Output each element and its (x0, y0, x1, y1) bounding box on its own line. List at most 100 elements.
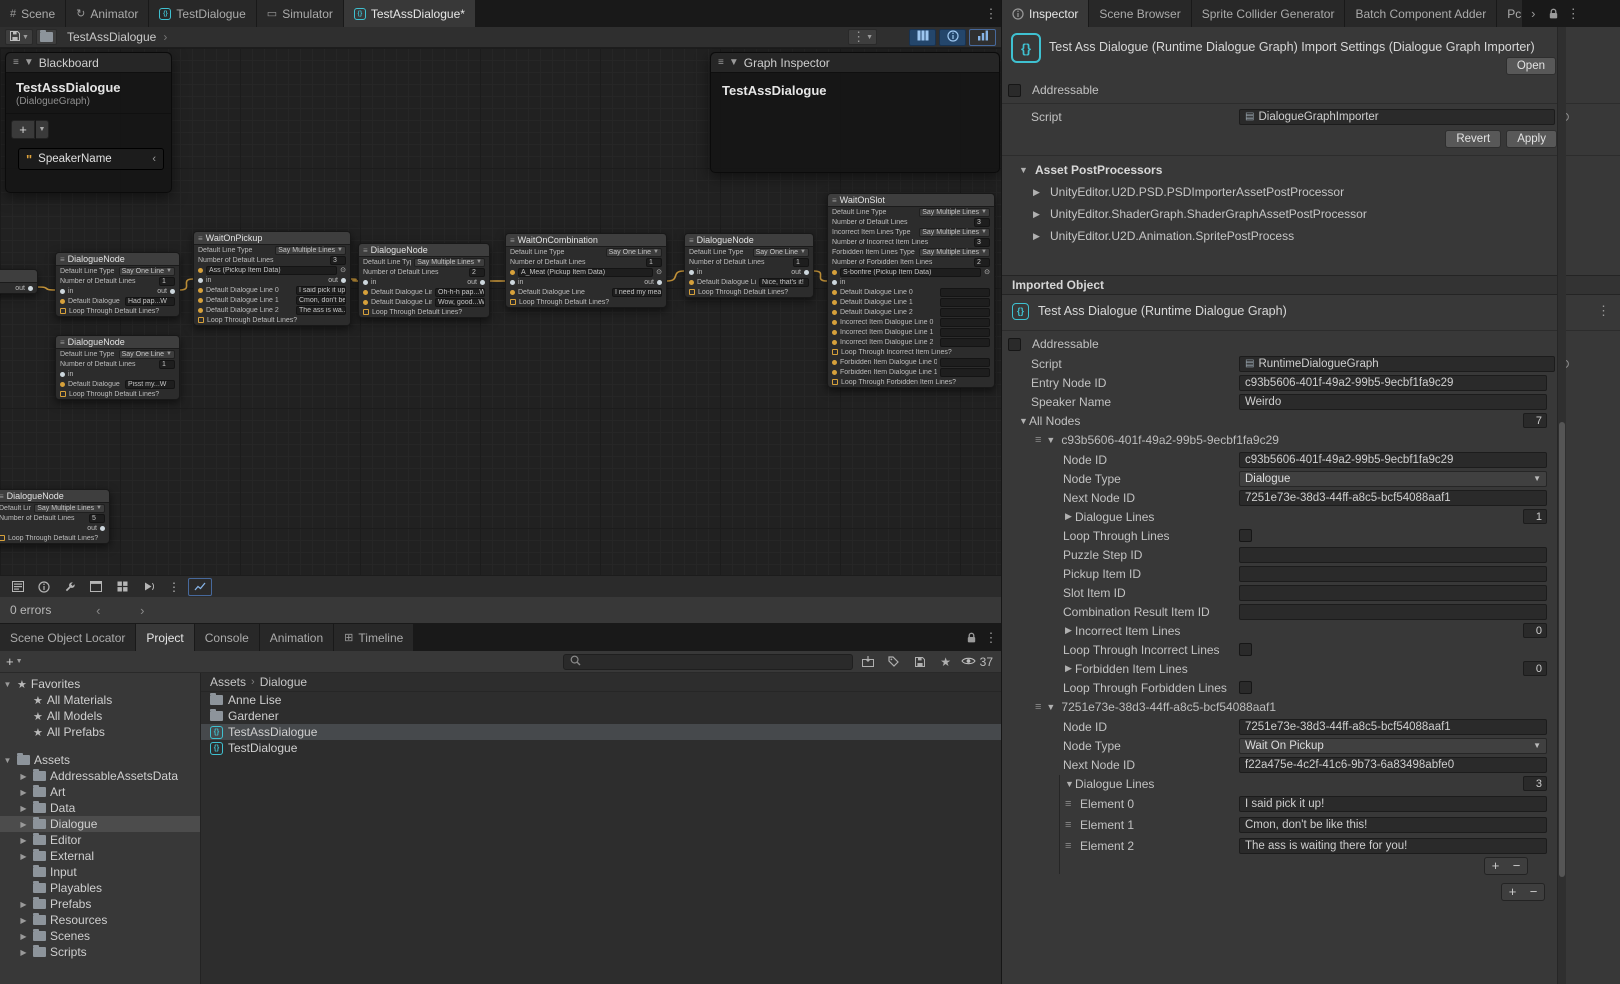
property-checkbox[interactable] (1239, 681, 1252, 694)
tab-console[interactable]: Console (195, 624, 260, 651)
tab-testassdialogue[interactable]: {}TestAssDialogue* (344, 0, 476, 27)
tab-testdialogue[interactable]: {}TestDialogue (149, 0, 256, 27)
array-size-field[interactable]: 3 (1523, 776, 1547, 791)
node-line-field[interactable]: Cmon, don't be like this! (296, 296, 346, 305)
create-asset-button[interactable]: +▼ (6, 654, 23, 669)
input-port[interactable] (363, 280, 368, 285)
tree-folder-dialogue[interactable]: ▶Dialogue (0, 816, 200, 832)
line-port[interactable] (198, 308, 203, 313)
graph-node-waitoncombination-wc[interactable]: ≡WaitOnCombinationDefault Line TypeSay O… (505, 233, 667, 308)
project-search[interactable] (563, 654, 853, 670)
node-value-field[interactable]: 3 (330, 256, 346, 265)
line-port[interactable] (832, 290, 837, 295)
property-value-field[interactable]: Weirdo (1239, 394, 1547, 410)
node-toggle[interactable] (832, 349, 838, 355)
node-title-bar[interactable]: ≡DialogueNode (0, 490, 109, 503)
drag-handle-icon[interactable]: ≡ (1065, 798, 1080, 810)
dropdown-field[interactable]: Wait On Pickup▼ (1239, 738, 1547, 754)
hamburger-icon[interactable]: ≡ (13, 57, 19, 68)
save-search-icon[interactable] (909, 653, 931, 671)
tab-animator[interactable]: ↻Animator (66, 0, 149, 27)
array-size-field[interactable]: 0 (1523, 623, 1547, 638)
tree-favorite-all-prefabs[interactable]: ★All Prefabs (0, 724, 200, 740)
node-toggle[interactable] (510, 299, 516, 305)
node-value-field[interactable]: 3 (974, 218, 990, 227)
node-value-field[interactable]: 5 (89, 514, 105, 523)
foldout-arrow-icon[interactable]: ▶ (1065, 663, 1075, 674)
line-port[interactable] (510, 290, 515, 295)
property-value-field[interactable] (1239, 547, 1547, 563)
property-value-field[interactable] (1239, 604, 1547, 620)
node-title-bar[interactable]: ≡DialogueNode (359, 244, 489, 257)
node-line-field[interactable]: Had pap...W (125, 297, 175, 306)
kebab-menu-icon[interactable]: ⋮ (1597, 303, 1610, 319)
console-list-button[interactable] (6, 578, 30, 596)
info-button[interactable] (32, 578, 56, 596)
remove-element-button[interactable]: − (1523, 884, 1544, 900)
tree-folder-prefabs[interactable]: ▶Prefabs (0, 896, 200, 912)
tree-folder-data[interactable]: ▶Data (0, 800, 200, 816)
tree-folder-playables[interactable]: Playables (0, 880, 200, 896)
tab-scene-browser[interactable]: Scene Browser (1089, 0, 1191, 27)
lock-icon[interactable] (1543, 0, 1563, 27)
grid-button[interactable] (110, 578, 134, 596)
node-line-field[interactable]: Oh-h-h pap...W (435, 288, 485, 297)
node-line-field[interactable]: Wow, good...W (435, 298, 485, 307)
property-value-field[interactable]: c93b5606-401f-49a2-99b5-9ecbf1fa9c29 (1239, 452, 1547, 468)
foldout-arrow-icon[interactable]: ▶ (18, 804, 29, 813)
foldout-arrow-icon[interactable]: ▶ (18, 900, 29, 909)
node-dropdown[interactable]: Say Multiple Lines▼ (414, 258, 485, 267)
blackboard-toggle[interactable] (969, 29, 996, 46)
line-port[interactable] (832, 330, 837, 335)
node-value-field[interactable]: 2 (469, 268, 485, 277)
element-value-field[interactable]: I said pick it up! (1239, 796, 1547, 812)
property-value-field[interactable] (1239, 585, 1547, 601)
dropdown-field[interactable]: Dialogue▼ (1239, 471, 1547, 487)
tree-favorite-all-materials[interactable]: ★All Materials (0, 692, 200, 708)
inspector-scrollbar[interactable] (1557, 27, 1566, 984)
drag-handle-icon[interactable]: ≡ (1065, 840, 1080, 852)
tabbar-menu-icon[interactable]: ⋮ (981, 0, 1001, 27)
node-value-field[interactable]: 3 (974, 238, 990, 247)
node-value-field[interactable]: 1 (159, 360, 175, 369)
node-line-field[interactable]: The ass is wa... (296, 306, 346, 315)
foldout-arrow-icon[interactable]: ▶ (18, 788, 29, 797)
tree-folder-addressableassetsdata[interactable]: ▶AddressableAssetsData (0, 768, 200, 784)
node-dropdown[interactable]: Say Multiple Lines▼ (34, 504, 105, 513)
output-port[interactable] (480, 280, 485, 285)
object-picker-icon[interactable]: ⊙ (984, 268, 990, 276)
tab-simulator[interactable]: ▭Simulator (257, 0, 344, 27)
property-checkbox[interactable] (1239, 643, 1252, 656)
node-value-field[interactable]: 1 (646, 258, 662, 267)
array-size-field[interactable]: 7 (1523, 413, 1547, 428)
blackboard-panel[interactable]: ≡ ▼ Blackboard TestAssDialogue (Dialogue… (5, 52, 172, 193)
node-title-bar[interactable]: ≡WaitOnCombination (506, 234, 666, 247)
prev-error-button[interactable]: ‹ (89, 603, 107, 618)
foldout-arrow-icon[interactable]: ▶ (18, 916, 29, 925)
input-port[interactable] (689, 270, 694, 275)
graph-node-dialoguenode-d2[interactable]: ≡DialogueNodeDefault Line TypeSay One Li… (55, 335, 180, 400)
collapse-arrow-icon[interactable]: ▼ (24, 57, 34, 68)
add-property-button[interactable]: + (11, 120, 35, 139)
tabbar-menu-icon[interactable]: ⋮ (981, 624, 1001, 651)
chart-button[interactable] (188, 578, 212, 596)
remove-element-button[interactable]: − (1506, 858, 1527, 874)
node-toggle[interactable] (832, 379, 838, 385)
file-testassdialogue[interactable]: {}TestAssDialogue (201, 724, 1001, 740)
tree-folder-editor[interactable]: ▶Editor (0, 832, 200, 848)
file-gardener[interactable]: Gardener (201, 708, 1001, 724)
node-object-field[interactable]: Ass (Pickup Item Data) (206, 266, 337, 275)
tab-pc[interactable]: Pc (1497, 0, 1523, 27)
node-title-bar[interactable]: ≡DialogueNode (685, 234, 813, 247)
node-dropdown[interactable]: Say Multiple Lines▼ (919, 208, 990, 217)
postprocessor-row[interactable]: ▶UnityEditor.U2D.Animation.SpritePostPro… (1002, 225, 1620, 247)
node-line-field[interactable] (940, 318, 990, 327)
tree-folder-art[interactable]: ▶Art (0, 784, 200, 800)
foldout-arrow-icon[interactable]: ▶ (18, 772, 29, 781)
tab-batch-component-adder[interactable]: Batch Component Adder (1345, 0, 1497, 27)
object-picker-icon[interactable]: ⊙ (340, 266, 346, 274)
node-line-field[interactable] (940, 358, 990, 367)
property-value-field[interactable]: f22a475e-4c2f-41c6-9b73-6a83498abfe0 (1239, 757, 1547, 773)
foldout-arrow-icon[interactable]: ▼ (2, 680, 13, 689)
line-port[interactable] (198, 288, 203, 293)
